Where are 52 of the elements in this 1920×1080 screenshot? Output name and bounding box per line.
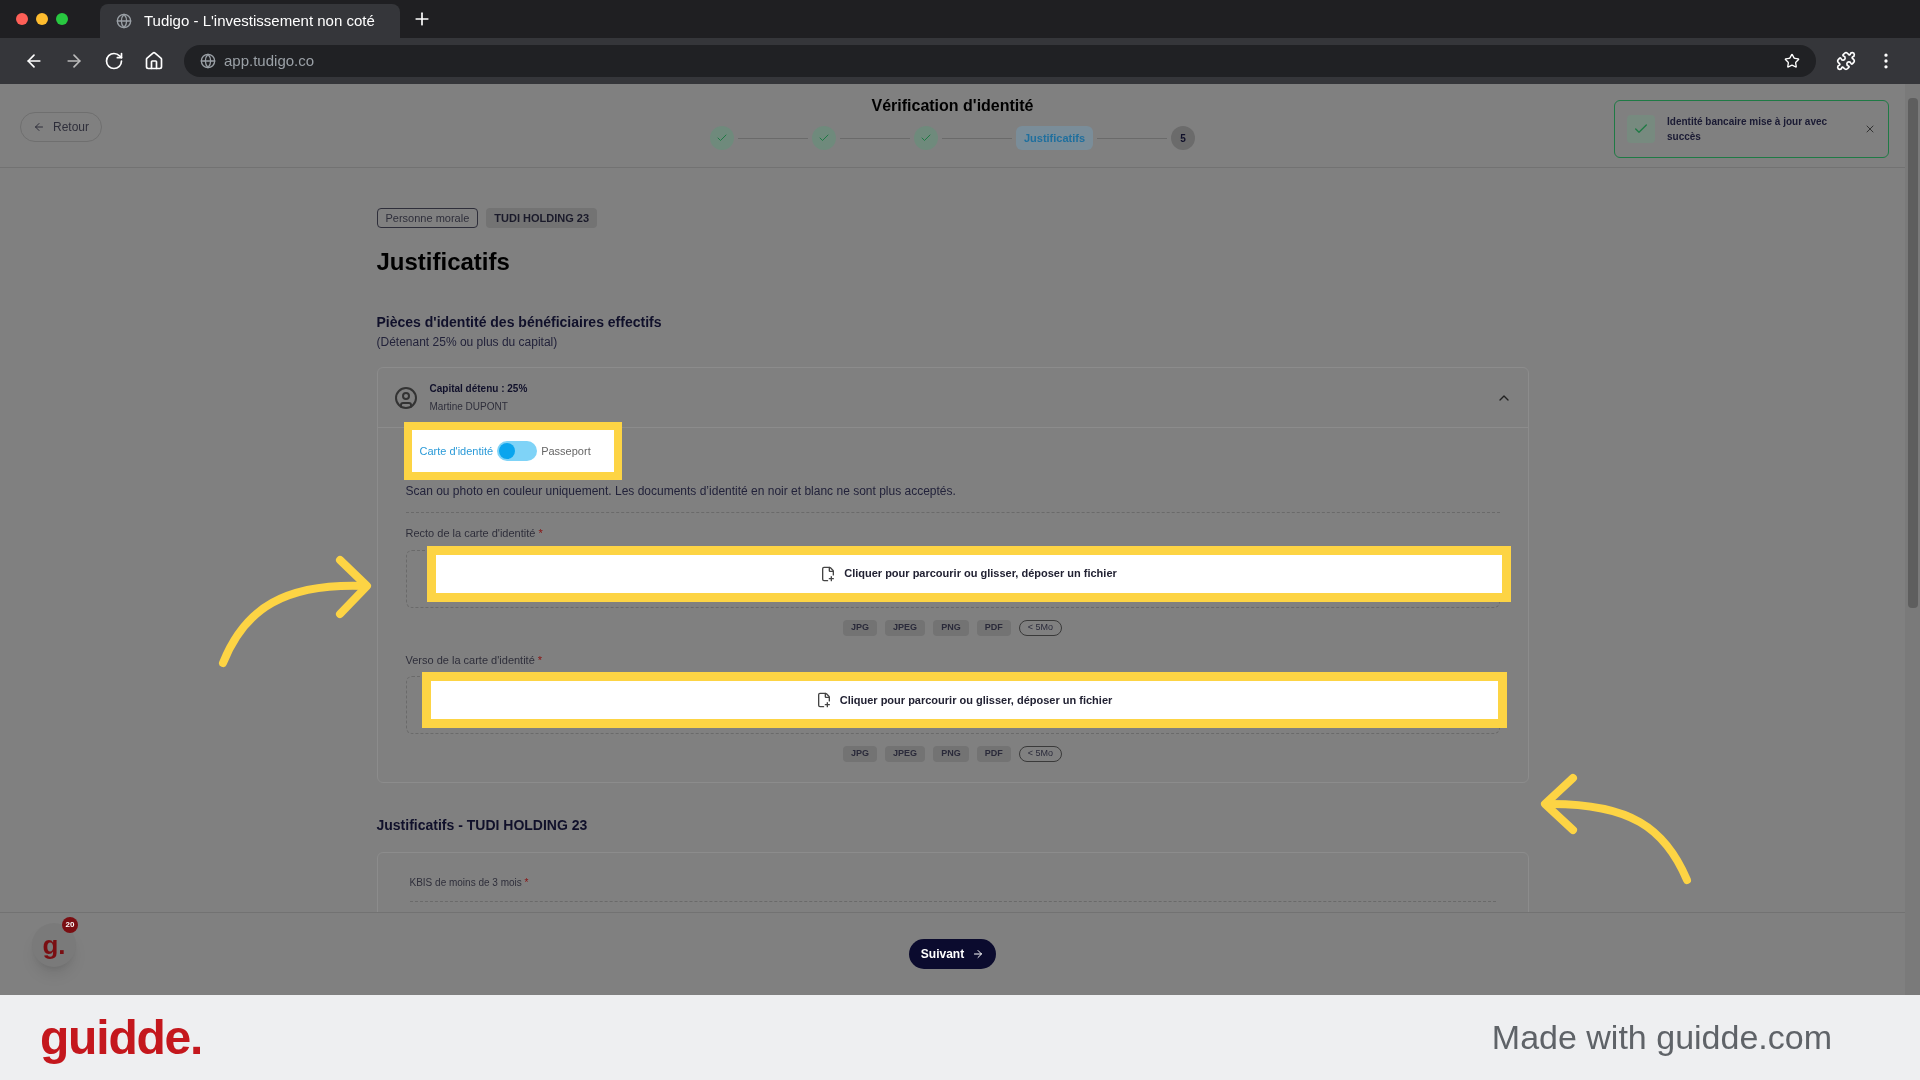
check-icon — [817, 132, 830, 144]
notification-count: 20 — [62, 917, 78, 933]
globe-icon — [200, 53, 216, 69]
branding-text: Made with guidde.com — [1491, 1017, 1832, 1058]
close-icon[interactable] — [1864, 123, 1876, 135]
check-icon — [919, 132, 932, 144]
section-title: Justificatifs - TUDI HOLDING 23 — [376, 816, 589, 835]
notice-text: Scan ou photo en couleur uniquement. Les documents d’identité en noir et blanc ne sont plus acceptés. — [405, 483, 957, 500]
capital-held: Capital détenu : 25% — [429, 381, 529, 396]
format-tag: PNG — [933, 746, 969, 762]
file-add-icon — [820, 565, 837, 582]
entity-type-tag: Personne morale — [376, 208, 479, 228]
file-dropzone[interactable]: Cliquer pour parcourir ou glisser, déposer un fichier — [426, 545, 1511, 602]
document-type-switch[interactable] — [497, 441, 538, 461]
toggle-label: Carte d'identité — [419, 443, 494, 459]
bookmark-star-icon[interactable] — [1784, 53, 1800, 69]
field-label: KBIS de moins de 3 mois * — [409, 877, 529, 888]
format-tag: JPG — [843, 746, 878, 762]
current-step: Justificatifs — [1015, 126, 1094, 150]
extensions-icon[interactable] — [1836, 51, 1856, 71]
field-label: Recto de la carte d'identité * — [405, 527, 543, 539]
scrollbar[interactable] — [1905, 84, 1920, 995]
section-title: Pièces d'identité des bénéficiaires effectifs — [376, 313, 663, 332]
format-tag: PNG — [933, 619, 969, 636]
beneficiary-name: Martine DUPONT — [429, 399, 509, 414]
format-tag: JPEG — [885, 746, 926, 762]
address-bar[interactable]: app.tudigo.co — [184, 45, 1816, 77]
check-icon — [1627, 115, 1655, 143]
step-number: 5 — [1171, 126, 1196, 150]
format-tag: PDF — [976, 746, 1011, 762]
toggle-label: Passeport — [541, 443, 591, 459]
file-dropzone[interactable]: Cliquer pour parcourir ou glisser, déposer un fichier — [421, 672, 1507, 728]
file-add-icon — [815, 692, 832, 708]
next-button[interactable]: Suivant — [908, 939, 997, 969]
browser-tab[interactable]: Tudigo - L'investissement non coté — [100, 4, 400, 38]
format-tag: PDF — [976, 619, 1011, 636]
section-subtitle: (Détenant 25% ou plus du capital) — [376, 334, 559, 351]
format-tag: JPG — [843, 619, 878, 636]
home-icon[interactable] — [144, 51, 164, 71]
page-title: Vérification d'identité — [871, 96, 1034, 116]
section-heading: Justificatifs — [376, 247, 511, 277]
field-label: Verso de la carte d'identité * — [405, 653, 543, 666]
guidde-logo: guidde. — [40, 1009, 203, 1066]
back-arrow-icon — [33, 121, 45, 133]
company-tag: TUDI HOLDING 23 — [486, 208, 597, 228]
format-tag: JPEG — [885, 619, 926, 636]
reload-icon[interactable] — [104, 51, 124, 71]
success-toast: Identité bancaire mise à jour avec succès — [1614, 100, 1889, 158]
globe-icon — [116, 13, 132, 29]
check-icon — [715, 132, 728, 144]
user-icon — [393, 385, 418, 410]
arrow-right-icon — [972, 948, 985, 960]
